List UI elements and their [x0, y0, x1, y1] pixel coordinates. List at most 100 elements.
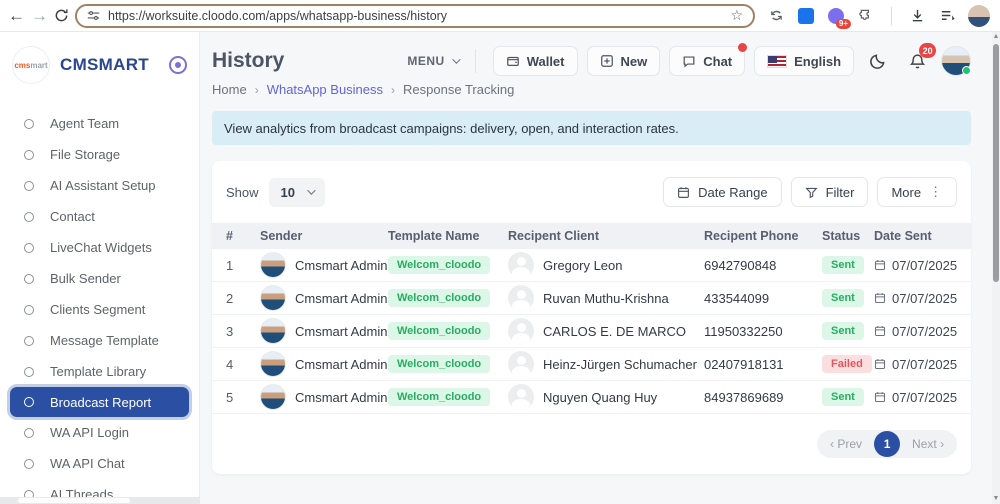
sender-avatar — [260, 285, 286, 311]
extension-recycle-icon[interactable] — [767, 7, 785, 25]
recipient-phone: 84937869689 — [704, 390, 822, 405]
sidebar-item[interactable]: WA API Chat — [0, 448, 199, 479]
chevron-down-icon — [452, 55, 460, 63]
main-content: History MENU Wallet New Chat — [200, 32, 1000, 504]
user-avatar[interactable] — [941, 46, 971, 76]
breadcrumb-separator: › — [391, 83, 395, 97]
table-column-header[interactable]: Sender — [260, 229, 388, 243]
horizontal-scrollbar-thumb[interactable] — [18, 498, 130, 503]
dark-mode-toggle[interactable] — [863, 46, 893, 76]
url-bar[interactable]: https://worksuite.cloodo.com/apps/whatsa… — [75, 4, 755, 28]
table-row[interactable]: 2 Cmsmart Admin Welcom_cloodo Ruvan Muth… — [212, 282, 971, 315]
sidebar-item-label: Agent Team — [50, 116, 119, 131]
sidebar-item[interactable]: Clients Segment — [0, 294, 199, 325]
table-column-header[interactable]: Date Sent — [874, 229, 957, 243]
sidebar-item-label: Message Template — [50, 333, 159, 348]
scrollbar-up-arrow[interactable]: ▲ — [992, 33, 1000, 41]
table-column-header[interactable]: Recipent Phone — [704, 229, 822, 243]
sidebar-item[interactable]: Template Library — [0, 356, 199, 387]
current-page-button[interactable]: 1 — [874, 431, 900, 457]
table-column-header[interactable]: Status — [822, 229, 874, 243]
new-button[interactable]: New — [587, 46, 661, 76]
sidebar-item[interactable]: Agent Team — [0, 108, 199, 139]
table-row[interactable]: 4 Cmsmart Admin Welcom_cloodo Heinz-Jürg… — [212, 348, 971, 381]
reading-list-icon[interactable] — [938, 7, 956, 25]
plus-square-icon — [600, 54, 614, 68]
language-button[interactable]: English — [754, 46, 854, 76]
table-row[interactable]: 5 Cmsmart Admin Welcom_cloodo Nguyen Qua… — [212, 381, 971, 414]
actions-divider — [475, 49, 476, 73]
chat-notification-dot — [738, 43, 747, 52]
bookmark-star-icon[interactable]: ☆ — [730, 7, 743, 24]
downloads-icon[interactable] — [908, 7, 926, 25]
table-column-header[interactable]: # — [226, 229, 260, 243]
back-icon[interactable]: ← — [8, 4, 25, 28]
sidebar-item[interactable]: LiveChat Widgets — [0, 232, 199, 263]
forward-icon[interactable]: → — [31, 4, 48, 28]
date-sent: 07/07/2025 — [892, 324, 957, 339]
template-badge: Welcom_cloodo — [388, 256, 490, 274]
calendar-icon — [874, 292, 886, 304]
table-column-header[interactable]: Recipent Client — [508, 229, 704, 243]
breadcrumb: Home › WhatsApp Business › Response Trac… — [212, 82, 971, 97]
browser-toolbar: ← → https://worksuite.cloodo.com/apps/wh… — [0, 0, 1000, 32]
wallet-button[interactable]: Wallet — [493, 46, 578, 76]
moon-icon — [869, 52, 887, 70]
sidebar-item[interactable]: AI Assistant Setup — [0, 170, 199, 201]
table-column-header[interactable]: Template Name — [388, 229, 508, 243]
chat-button[interactable]: Chat — [669, 46, 745, 76]
more-button[interactable]: More ⋮ — [877, 177, 957, 207]
breadcrumb-home[interactable]: Home — [212, 82, 247, 97]
extension-ai-icon[interactable]: 9+ — [827, 7, 845, 25]
notifications-button[interactable]: 20 — [902, 46, 932, 76]
vertical-scrollbar-thumb[interactable] — [993, 44, 999, 282]
history-card: Show 10 Date Range Filter More ⋮ — [212, 161, 971, 474]
client-cell: Ruvan Muthu-Krishna — [508, 285, 704, 311]
sidebar-item-label: LiveChat Widgets — [50, 240, 152, 255]
page-size-select[interactable]: 10 — [269, 178, 325, 207]
table-row[interactable]: 1 Cmsmart Admin Welcom_cloodo Gregory Le… — [212, 249, 971, 282]
client-avatar — [508, 285, 534, 311]
circle-icon — [24, 459, 34, 469]
site-info-icon[interactable] — [87, 9, 100, 22]
url-text[interactable]: https://worksuite.cloodo.com/apps/whatsa… — [108, 9, 722, 23]
filter-button[interactable]: Filter — [791, 177, 869, 207]
breadcrumb-whatsapp-business[interactable]: WhatsApp Business — [267, 82, 383, 97]
brand-name: CMSMART — [60, 55, 159, 75]
chevron-down-icon — [307, 186, 315, 194]
client-name: Heinz-Jürgen Schumacher — [543, 357, 697, 372]
table-row[interactable]: 3 Cmsmart Admin Welcom_cloodo CARLOS E. … — [212, 315, 971, 348]
menu-dropdown[interactable]: MENU — [407, 54, 457, 68]
date-cell: 07/07/2025 — [874, 357, 957, 372]
logo-text-mart: mart — [30, 61, 47, 70]
sidebar-item[interactable]: File Storage — [0, 139, 199, 170]
template-cell: Welcom_cloodo — [388, 289, 508, 307]
scrollbar-down-arrow[interactable]: ▼ — [992, 495, 1000, 503]
sidebar-item[interactable]: Message Template — [0, 325, 199, 356]
sidebar-item[interactable]: Contact — [0, 201, 199, 232]
template-cell: Welcom_cloodo — [388, 256, 508, 274]
sidebar-item[interactable]: WA API Login — [0, 417, 199, 448]
prev-page-button[interactable]: ‹ Prev — [822, 437, 870, 451]
online-status-dot — [962, 66, 971, 75]
filter-funnel-icon — [805, 186, 818, 199]
status-badge: Sent — [822, 289, 864, 307]
date-range-button[interactable]: Date Range — [663, 177, 781, 207]
us-flag-icon — [767, 55, 787, 68]
sidebar-item[interactable]: Broadcast Report — [10, 387, 189, 417]
next-page-button[interactable]: Next › — [904, 437, 952, 451]
sidebar-item[interactable]: Bulk Sender — [0, 263, 199, 294]
vertical-scrollbar[interactable]: ▲ ▼ — [992, 32, 1000, 504]
client-cell: CARLOS E. DE MARCO — [508, 318, 704, 344]
breadcrumb-separator: › — [255, 83, 259, 97]
extensions-puzzle-icon[interactable] — [857, 7, 875, 25]
browser-profile-avatar[interactable] — [968, 5, 990, 27]
horizontal-scrollbar[interactable] — [0, 497, 200, 504]
sidebar-toggle-icon[interactable] — [169, 56, 187, 74]
reload-icon[interactable] — [54, 4, 69, 28]
status-cell: Sent — [822, 289, 874, 307]
page-topbar: History MENU Wallet New Chat — [212, 32, 971, 78]
extension-blue-icon[interactable] — [797, 7, 815, 25]
more-label: More — [891, 185, 921, 200]
circle-icon — [24, 305, 34, 315]
